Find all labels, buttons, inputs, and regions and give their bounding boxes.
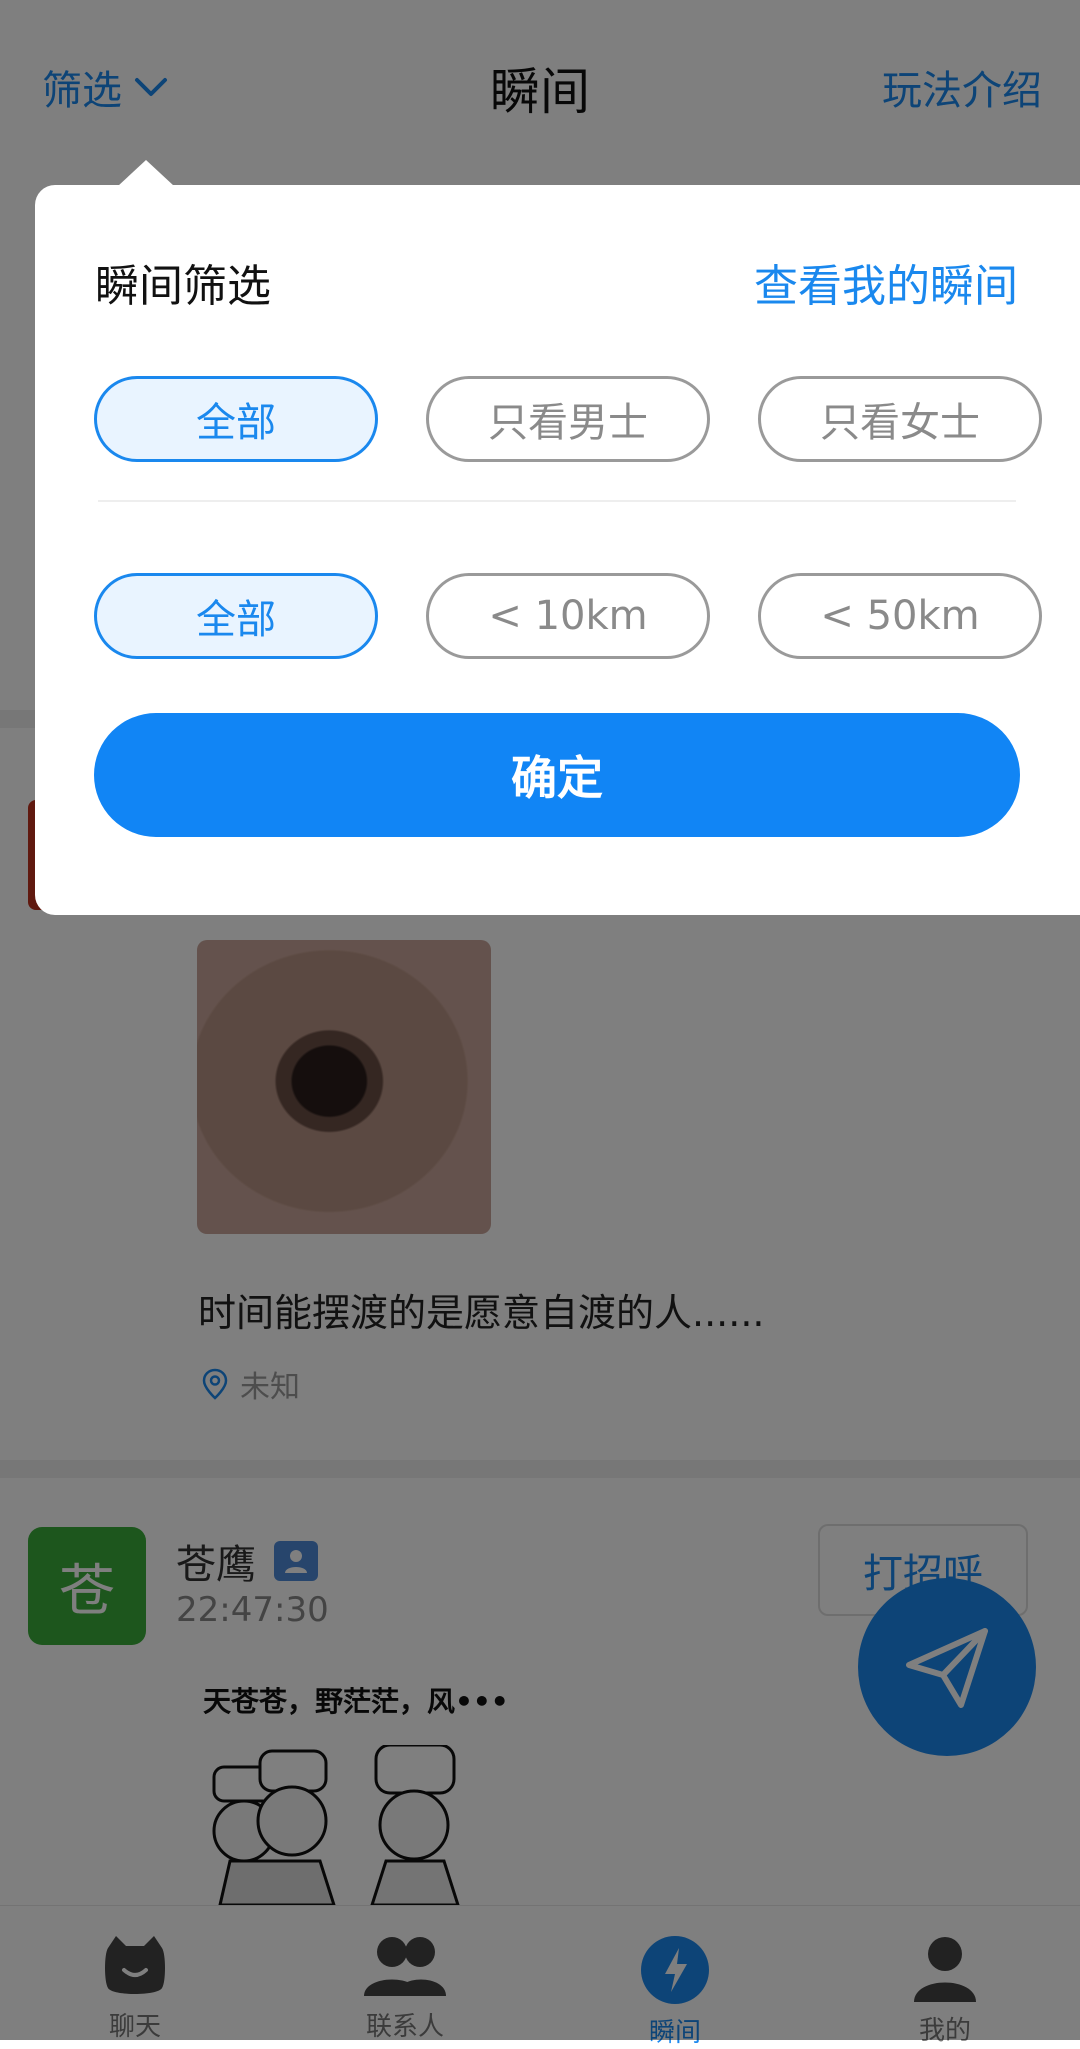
gender-option-all[interactable]: 全部 (94, 376, 378, 462)
gender-option-female[interactable]: 只看女士 (758, 376, 1042, 462)
gender-option-male[interactable]: 只看男士 (426, 376, 710, 462)
distance-option-50km[interactable]: < 50km (758, 573, 1042, 659)
popover-arrow (118, 160, 174, 186)
confirm-button[interactable]: 确定 (94, 713, 1020, 837)
distance-option-10km[interactable]: < 10km (426, 573, 710, 659)
distance-option-all[interactable]: 全部 (94, 573, 378, 659)
popover-title: 瞬间筛选 (95, 261, 271, 312)
popover-divider (98, 500, 1016, 502)
my-moments-link[interactable]: 查看我的瞬间 (754, 250, 1018, 314)
